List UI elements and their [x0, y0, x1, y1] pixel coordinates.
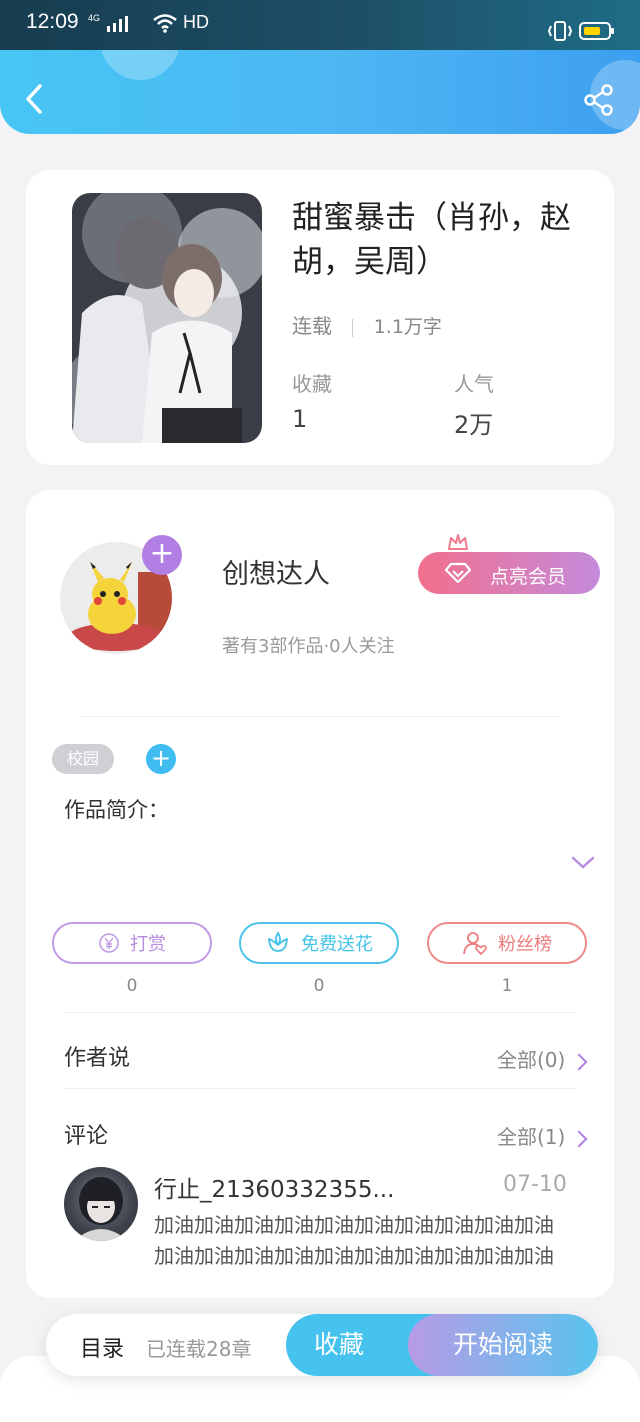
collect-label: 收藏 — [313, 1330, 364, 1359]
back-icon[interactable] — [22, 82, 48, 116]
divider — [80, 716, 560, 717]
activate-vip-button[interactable]: 点亮会员 — [418, 552, 600, 594]
hd-label: HD — [183, 12, 210, 32]
chevron-right-icon — [570, 1053, 588, 1070]
author-works-info: 著有3部作品·0人关注 — [222, 636, 395, 657]
status-time: 12:09 — [26, 10, 79, 33]
decor-bubble — [100, 50, 180, 80]
favorites-label: 收藏 — [292, 372, 332, 396]
comment-date: 07-10 — [503, 1172, 567, 1197]
fan-count: 1 — [501, 976, 513, 996]
yen-icon — [99, 933, 119, 953]
signal-indicator: 4G — [88, 13, 131, 34]
diamond-icon — [444, 562, 472, 584]
favorites-value: 1 — [292, 405, 308, 433]
hd-indicator: HD — [152, 12, 210, 34]
reward-label: 打赏 — [130, 934, 166, 955]
send-flower-label: 免费送花 — [301, 934, 373, 955]
vibrate-icon — [547, 21, 573, 41]
popularity-value: 2万 — [454, 411, 494, 439]
comments-all-label: 全部(1) — [497, 1125, 566, 1149]
book-status: 连载 — [292, 314, 332, 338]
battery-icon — [579, 22, 614, 40]
comment-text[interactable]: 加油加油加油加油加油加油加油加油加油加油加油加油加油加油加油加油加油加油加油加油 — [154, 1210, 566, 1272]
add-tag-button[interactable]: + — [146, 744, 176, 774]
divider — [64, 1088, 576, 1089]
share-icon[interactable] — [582, 84, 616, 116]
wifi-icon — [153, 14, 177, 34]
book-cover[interactable] — [72, 193, 262, 443]
vip-button-label: 点亮会员 — [490, 566, 567, 588]
author-name[interactable]: 创想达人 — [222, 552, 330, 591]
comments-all-link[interactable]: 全部(1) — [497, 1121, 588, 1150]
flower-icon — [268, 931, 288, 952]
toc-button[interactable]: 目录 — [80, 1331, 124, 1363]
follow-author-button[interactable]: + — [142, 535, 182, 575]
book-title: 甜蜜暴击（肖孙，赵胡，吴周） — [292, 200, 571, 280]
signal-icon — [107, 16, 129, 33]
author-says-all-label: 全部(0) — [497, 1048, 566, 1072]
reward-button[interactable]: 打赏 — [52, 922, 212, 964]
commenter-avatar[interactable] — [64, 1167, 138, 1241]
commenter-avatar-image — [74, 1177, 128, 1241]
genre-tag[interactable]: 校园 — [52, 744, 114, 774]
fan-ranking-label: 粉丝榜 — [498, 934, 552, 955]
expand-chevron-icon[interactable] — [570, 854, 596, 872]
start-reading-button[interactable]: 开始阅读 — [408, 1314, 598, 1376]
start-reading-label: 开始阅读 — [452, 1330, 553, 1359]
intro-label: 作品简介： — [64, 798, 169, 822]
divider — [64, 1012, 576, 1013]
meta-divider — [352, 318, 354, 337]
comments-label: 评论 — [64, 1124, 109, 1149]
crown-icon — [448, 534, 468, 550]
send-flower-button[interactable]: 免费送花 — [239, 922, 399, 964]
book-meta: 连载 1.1万字 — [292, 310, 442, 339]
chapter-count-info: 已连载28章 — [146, 1337, 252, 1361]
cover-illustration — [72, 193, 262, 443]
book-word-count: 1.1万字 — [373, 316, 442, 338]
fan-ranking-button[interactable]: 粉丝榜 — [427, 922, 587, 964]
author-says-label: 作者说 — [64, 1046, 131, 1071]
flower-count: 0 — [313, 976, 325, 996]
chevron-right-icon — [570, 1130, 588, 1147]
bottom-action-bar: 目录 已连载28章 收藏 开始阅读 — [46, 1314, 598, 1376]
author-says-all-link[interactable]: 全部(0) — [497, 1044, 588, 1073]
user-heart-icon — [463, 932, 487, 956]
status-bar: 12:09 4G HD — [0, 0, 640, 50]
commenter-name[interactable]: 行止_21360332355... — [154, 1170, 394, 1204]
header-bar — [0, 50, 640, 134]
reward-count: 0 — [126, 976, 138, 996]
network-type: 4G — [88, 13, 101, 23]
popularity-label: 人气 — [454, 372, 494, 396]
